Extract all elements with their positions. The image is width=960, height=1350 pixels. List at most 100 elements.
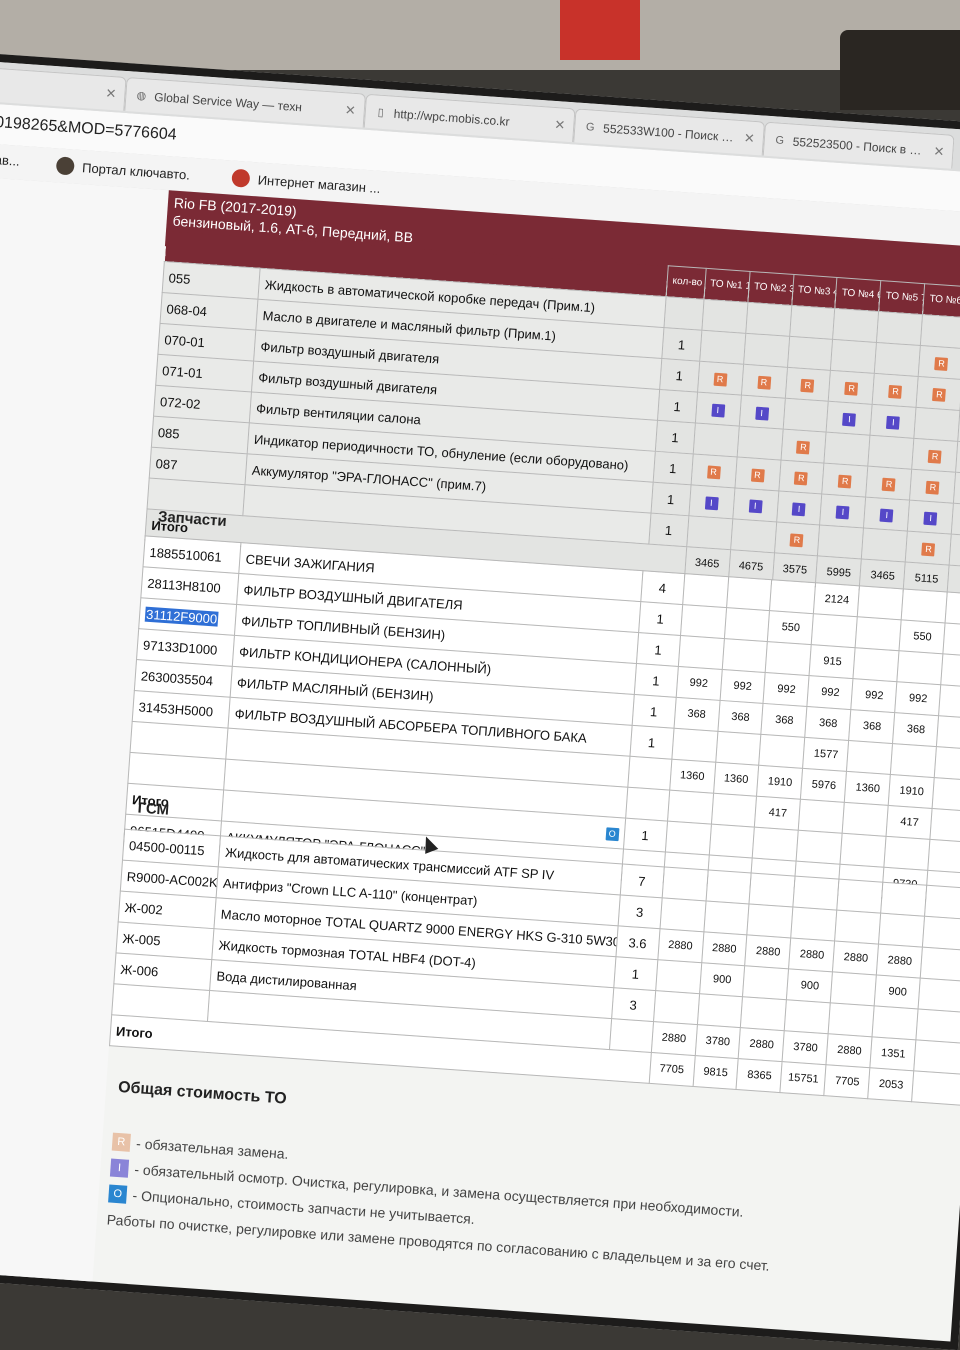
schedule-cell: R [918,345,960,380]
schedule-cell: I [688,484,735,519]
price-cell: 900 [699,962,746,997]
price-cell [793,876,840,911]
schedule-cell: R [734,456,781,491]
close-icon[interactable]: ✕ [743,130,756,147]
part-qty: 1 [629,725,674,760]
price-cell [703,900,750,935]
price-cell: 417 [886,805,933,840]
operation-qty: 1 [661,327,702,362]
schedule-cell [817,524,864,559]
price-cell [705,869,752,904]
price-cell: 417 [754,796,801,831]
price-cell: 1360 [844,771,891,806]
legend: R - обязательная замена. I - обязательны… [106,1129,776,1279]
price-cell: 915 [809,644,856,679]
replace-badge: R [794,471,809,486]
replace-badge: R [844,381,859,396]
price-cell [938,684,960,720]
schedule-cell: R [774,521,821,556]
replace-badge: R [750,468,765,483]
price-cell: 7705 [648,1052,695,1087]
schedule-cell [830,339,877,374]
selected-part-code[interactable]: 31112F9000 [144,606,219,627]
bookmark-shop[interactable]: Интернет магазин ... [231,168,381,197]
inspect-badge: I [704,496,719,511]
optional-badge: O [605,827,620,842]
price-cell [677,635,724,670]
price-cell [664,820,711,855]
schedule-cell [701,299,748,334]
tab-label: http://wpc.mobis.co.kr [393,106,511,129]
inspect-badge: I [754,406,769,421]
bookmark-0[interactable]: ля ав... [0,151,20,169]
part-qty [625,787,670,821]
price-cell: 900 [874,975,921,1009]
schedule-cell: R [784,367,831,402]
globe-icon: ◍ [136,89,147,103]
price-cell [941,653,960,689]
price-cell: 1910 [888,774,935,809]
price-cell [655,959,702,994]
parts-total-qty: 1 [623,818,668,852]
bookmark-portal[interactable]: Портал ключавто. [55,156,191,183]
replace-badge: R [925,480,940,495]
optional-swatch: O [108,1184,128,1204]
schedule-cell [861,528,908,563]
price-cell [811,613,858,648]
inspect-badge: I [792,502,807,517]
price-cell [747,903,794,938]
price-cell [682,573,729,608]
url-text[interactable]: 0198265&MOD=5776604 [0,114,177,145]
price-cell: 15751 [780,1061,827,1096]
schedule-cell: R [828,370,875,405]
price-cell: 992 [807,675,854,710]
price-cell [798,799,845,834]
tab-0[interactable]: ✕ [0,66,127,111]
price-cell [837,879,884,914]
tab-label: 552533W100 - Поиск в Goo [602,120,739,145]
page-icon: ▯ [377,106,385,119]
price-cell [857,585,904,620]
price-cell [881,882,928,917]
replace-badge: R [934,357,949,371]
schedule-cell: I [863,497,910,532]
price-cell: 2880 [657,928,704,963]
schedule-cell [920,314,960,349]
operation-qty: 1 [648,513,689,547]
total-cost-title: Общая стоимость ТО [117,1078,288,1108]
price-cell: 368 [805,706,852,741]
monitor-screen: ✕ ◍ Global Service Way — техн ✕ ▯ http:/… [0,52,960,1350]
schedule-cell: R [916,376,960,411]
schedule-cell [876,311,923,346]
schedule-cell: R [697,361,744,396]
part-qty: 1 [636,632,681,667]
replace-badge: R [882,477,896,492]
close-icon[interactable]: ✕ [344,102,356,119]
price-cell [901,588,948,623]
schedule-cell: R [905,531,952,566]
gsm-section-title: ГСМ [137,799,170,819]
close-icon[interactable]: ✕ [554,116,566,133]
tab-label: 552523500 - Поиск в Goo [792,134,929,158]
price-cell [659,897,706,932]
replace-swatch: R [111,1132,131,1152]
part-qty [627,756,672,791]
inspect-badge: I [710,403,725,418]
replace-badge: R [796,440,811,455]
replace-badge: R [713,372,727,387]
tab-label: Global Service Way — техн [153,89,303,114]
schedule-cell: I [820,494,867,529]
to-header-1: ТО №1 15000 [703,268,750,303]
price-cell [920,947,960,982]
part-qty: 4 [640,570,685,605]
close-icon[interactable]: ✕ [933,143,945,160]
price-cell [830,971,877,1006]
schedule-cell [730,518,777,553]
price-cell [765,641,812,676]
close-icon[interactable]: ✕ [105,85,117,102]
part-qty: 7 [619,863,664,898]
price-cell: 5976 [800,768,847,803]
schedule-cell [874,342,921,377]
price-cell [710,793,757,828]
schedule-cell: I [694,392,741,427]
